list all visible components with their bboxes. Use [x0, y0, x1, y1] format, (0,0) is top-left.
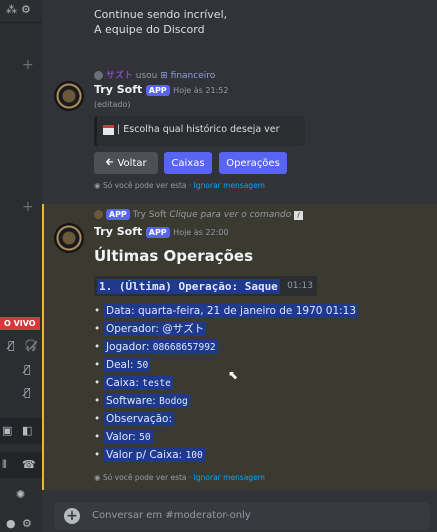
bot-avatar[interactable] [54, 223, 84, 253]
timestamp: Hoje às 22:00 [173, 228, 229, 237]
operacoes-button[interactable]: Operações [219, 152, 287, 174]
reply-command[interactable]: financeiro [171, 71, 216, 81]
embed: | Escolha qual histórico deseja ver [94, 116, 305, 146]
reply-user[interactable]: サズト [106, 71, 133, 81]
voice-controls: ▣ ◧ [0, 418, 42, 444]
calendar-icon [103, 124, 114, 135]
add-icon[interactable]: + [22, 199, 34, 215]
soundboard-icon[interactable]: ✺ [16, 488, 25, 501]
chat-area: Continue sendo incrível, A equipe do Dis… [22, 0, 437, 532]
field-valor: Valor: 50 [94, 428, 424, 446]
mic-muted-icon[interactable]: 🎙̸ [8, 339, 15, 352]
field-software: Software: Bodog [94, 392, 424, 410]
eye-icon: ◉ [94, 181, 101, 190]
author-name[interactable]: Try Soft [94, 225, 142, 238]
reference-text[interactable]: Clique para ver o comando [169, 210, 291, 220]
screen-share-icon[interactable]: ▣ [2, 424, 12, 437]
eye-icon: ◉ [94, 473, 101, 482]
embed-text: | Escolha qual histórico deseja ver [117, 124, 280, 135]
mic-muted-icon[interactable]: 🎙̸ [24, 386, 31, 399]
slash-command-icon: / [294, 211, 304, 220]
message-line: Continue sendo incrível, [94, 8, 228, 21]
message-header: Try Soft APP Hoje às 22:00 [94, 225, 228, 238]
composer-input[interactable]: Conversar em #moderator-only [92, 510, 251, 521]
left-rail: ⁂ ⚙ O VIVO 🎙̸ 🎧̸ 🎙̸ 🎙̸ ▣ ◧ ⦀ ☎ ✺ ● ⚙ [0, 0, 42, 532]
app-badge: APP [145, 226, 170, 238]
field-valor-caixa: Valor p/ Caixa: 100 [94, 446, 424, 464]
back-button[interactable]: 🡰 Voltar [94, 152, 158, 174]
message-header: Try Soft APP Hoje às 21:52 [94, 83, 228, 96]
people-icon[interactable]: ⁂ [6, 3, 17, 16]
gear-icon[interactable]: ⚙ [22, 517, 32, 530]
signal-icon[interactable]: ⦀ [2, 458, 7, 472]
gear-icon[interactable]: ⚙ [21, 3, 31, 16]
divider [0, 22, 42, 23]
voice-connection: ⦀ ☎ [0, 452, 42, 478]
disconnect-icon[interactable]: ☎ [22, 458, 36, 471]
timestamp: Hoje às 21:52 [173, 86, 229, 95]
activity-icon[interactable]: ◧ [22, 424, 32, 437]
operation-time-shadow: 01:13 [287, 281, 313, 291]
operation-fields: Data: quarta-feira, 21 de janeiro de 197… [94, 302, 424, 464]
bot-avatar-small [94, 210, 103, 219]
user-avatar-small [94, 71, 103, 80]
back-arrow-icon: 🡰 [105, 156, 114, 168]
previous-message: Continue sendo incrível, A equipe do Dis… [94, 7, 227, 37]
mouse-cursor-icon: ⬉ [228, 368, 239, 382]
operations-heading: Últimas Operações [94, 247, 254, 265]
edited-tag: (editado) [94, 100, 131, 109]
bot-avatar[interactable] [54, 81, 84, 111]
reply-action: usou [135, 71, 158, 81]
caixas-button[interactable]: Caixas [164, 152, 212, 174]
field-observacao: Observação: [94, 410, 424, 428]
ephemeral-note: ◉ Só você pode ver esta · Ignorar mensag… [94, 473, 265, 482]
reply-reference[interactable]: サズト usou ⊞ financeiro [94, 68, 215, 81]
dismiss-link[interactable]: Ignorar mensagem [194, 181, 265, 190]
field-deal: Deal: 50 [94, 356, 424, 374]
mic-muted-icon[interactable]: 🎙̸ [24, 363, 31, 376]
operation-title-block: 1. (Última) Operação: Saque 01:13 [94, 276, 317, 296]
dismiss-link[interactable]: Ignorar mensagem [194, 473, 265, 482]
attach-icon[interactable]: + [64, 508, 80, 524]
reference-author: Try Soft [132, 210, 167, 220]
field-caixa: Caixa: teste [94, 374, 424, 392]
headset-muted-icon[interactable]: 🎧̸ [24, 339, 38, 352]
field-data: Data: quarta-feira, 21 de janeiro de 197… [94, 302, 424, 320]
app-badge: APP [145, 84, 170, 96]
add-icon[interactable]: + [22, 57, 34, 73]
message-composer[interactable]: + Conversar em #moderator-only [54, 502, 430, 530]
user-icon[interactable]: ● [6, 517, 16, 530]
interaction-reference[interactable]: APP Try Soft Clique para ver o comando / [94, 209, 304, 220]
app-badge: APP [105, 209, 130, 220]
field-operador: Operador: @サズト [94, 320, 424, 338]
author-name[interactable]: Try Soft [94, 83, 142, 96]
operation-title: 1. (Última) Operação: Saque [97, 279, 280, 294]
live-badge: O VIVO [0, 317, 40, 330]
message-line: A equipe do Discord [94, 23, 205, 36]
field-jogador: Jogador: 08668657992 [94, 338, 424, 356]
ephemeral-note: ◉ Só você pode ver esta · Ignorar mensag… [94, 181, 265, 190]
